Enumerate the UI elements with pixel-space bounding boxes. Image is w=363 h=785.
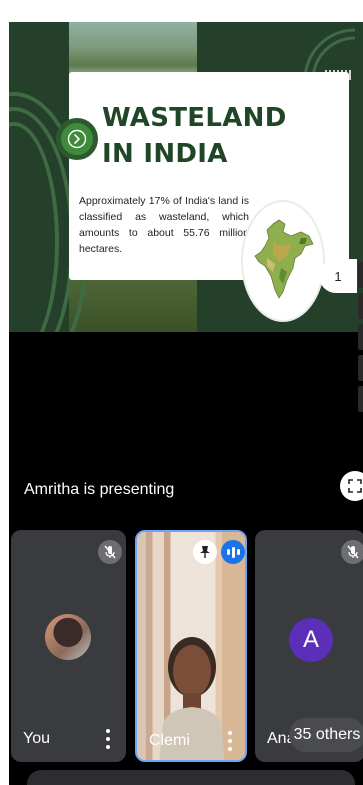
presenting-label: Amritha is presenting <box>24 481 175 498</box>
more-vert-icon[interactable] <box>103 727 113 751</box>
participant-name: Clemi <box>149 732 190 749</box>
bottom-control-bar <box>27 770 355 785</box>
india-map-image <box>243 202 323 320</box>
mic-off-icon <box>98 540 122 564</box>
pin-button[interactable] <box>193 540 217 564</box>
participant-tile-you[interactable]: You <box>11 530 126 762</box>
avatar <box>45 614 91 660</box>
slide-title: WASTELAND IN INDIA <box>102 103 287 169</box>
mic-off-icon <box>341 540 363 564</box>
side-tab[interactable] <box>358 386 363 412</box>
more-vert-icon[interactable] <box>225 729 235 753</box>
avatar: A <box>289 618 333 662</box>
slide-page-indicator[interactable]: 1 <box>319 259 357 293</box>
fullscreen-button[interactable] <box>340 471 363 501</box>
meeting-screen: WASTELAND IN INDIA Approximately 17% of … <box>9 22 363 785</box>
slide-body-text: Approximately 17% of India's land is cla… <box>79 195 249 255</box>
speaking-indicator-icon <box>221 540 245 564</box>
side-tab[interactable] <box>358 293 363 319</box>
side-tabs <box>358 262 363 472</box>
presentation-slide: WASTELAND IN INDIA Approximately 17% of … <box>9 22 363 332</box>
side-tab[interactable] <box>358 262 363 288</box>
participant-tile-clemi[interactable]: Clemi <box>135 530 247 762</box>
slide-content-card: WASTELAND IN INDIA Approximately 17% of … <box>56 72 349 320</box>
others-count-button[interactable]: 35 others <box>289 718 363 752</box>
side-tab[interactable] <box>358 355 363 381</box>
side-tab[interactable] <box>358 324 363 350</box>
arrow-right-circle-icon <box>56 118 98 160</box>
fullscreen-icon <box>348 479 362 493</box>
pin-icon <box>200 546 210 558</box>
participant-name: You <box>23 730 50 747</box>
